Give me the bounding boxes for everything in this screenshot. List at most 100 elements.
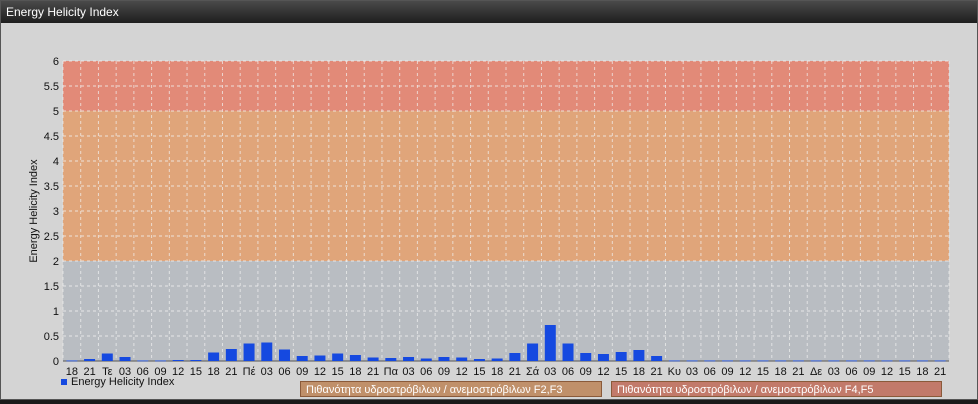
x-tick-label: 09: [438, 366, 450, 378]
bar: [863, 360, 875, 362]
x-tick-label: 21: [934, 366, 946, 378]
x-tick-label: 18: [349, 366, 361, 378]
x-tick-label: 15: [473, 366, 485, 378]
y-tick-label: 2.5: [44, 231, 59, 243]
x-tick-label: 12: [597, 366, 609, 378]
x-tick-label: 18: [775, 366, 787, 378]
x-tick-label: Σά: [526, 366, 540, 378]
probability-f4-f5-badge: Πιθανότητα υδροστρόβιλων / ανεμοστρόβιλω…: [611, 381, 942, 397]
x-tick-label: 03: [261, 366, 273, 378]
x-tick-label: 03: [402, 366, 414, 378]
bar: [580, 353, 592, 361]
bar: [208, 352, 220, 361]
y-tick-label: 1: [53, 306, 59, 318]
legend-label: Energy Helicity Index: [71, 376, 175, 388]
bar: [615, 352, 627, 361]
bar: [739, 360, 751, 362]
y-axis-label: Energy Helicity Index: [28, 159, 40, 263]
x-tick-label: 12: [739, 366, 751, 378]
x-tick-label: 18: [916, 366, 928, 378]
x-tick-label: 03: [828, 366, 840, 378]
x-tick-label: 09: [580, 366, 592, 378]
bar: [225, 349, 237, 361]
bar: [509, 353, 521, 361]
window-title: Energy Helicity Index: [1, 1, 977, 23]
y-tick-label: 1.5: [44, 281, 59, 293]
bar: [296, 356, 308, 361]
bar: [172, 360, 184, 361]
bar: [279, 349, 290, 361]
x-tick-label: 15: [757, 366, 769, 378]
bar: [473, 359, 485, 361]
bar: [722, 360, 733, 362]
bar: [438, 357, 450, 361]
bar: [261, 342, 273, 361]
bar: [66, 360, 78, 362]
chart-window: Energy Helicity Index 0 0.5 1 1.5 2 2.5 3 3.5 4 4…: [0, 0, 978, 400]
bar: [810, 360, 822, 362]
y-tick-label: 5.5: [44, 81, 59, 93]
x-tick-label: Κυ: [668, 366, 681, 378]
x-tick-label: Πα: [384, 366, 399, 378]
x-tick-label: Πέ: [243, 366, 256, 378]
y-tick-label: 0: [53, 356, 59, 368]
y-tick-label: 4.5: [44, 131, 59, 143]
bar: [792, 360, 804, 362]
x-tick-label: 03: [686, 366, 698, 378]
x-tick-label: 18: [491, 366, 503, 378]
x-tick-label: 15: [332, 366, 344, 378]
bar: [456, 357, 468, 361]
x-tick-label: 21: [792, 366, 804, 378]
x-tick-label: 06: [420, 366, 432, 378]
x-tick-label: 03: [544, 366, 556, 378]
bar: [597, 354, 609, 361]
y-tick-label: 3.5: [44, 181, 59, 193]
bar: [934, 360, 946, 362]
ehi-chart: 00.511.522.533.544.555.5618 21 Τε 03 06 09 12 1…: [28, 56, 950, 378]
x-tick-label: 15: [899, 366, 911, 378]
bar: [651, 356, 663, 361]
x-tick-label: 06: [845, 366, 857, 378]
probability-f2-f3-badge: Πιθανότητα υδροστρόβιλων / ανεμοστρόβιλω…: [300, 381, 602, 397]
bar: [154, 360, 166, 362]
bar: [385, 358, 397, 361]
bar: [137, 360, 149, 362]
bar: [119, 357, 131, 361]
bar: [899, 360, 911, 362]
x-tick-label: 21: [650, 366, 662, 378]
bar: [527, 343, 539, 361]
y-tick-label: 4: [53, 156, 59, 168]
bar: [491, 358, 503, 361]
bar: [190, 360, 202, 361]
x-tick-label: 18: [633, 366, 645, 378]
y-tick-label: 3: [53, 206, 59, 218]
x-tick-label: 21: [367, 366, 379, 378]
bar: [846, 360, 858, 362]
bar: [633, 350, 645, 361]
x-tick-label: 06: [704, 366, 716, 378]
y-tick-label: 0.5: [44, 331, 59, 343]
x-tick-label: 12: [456, 366, 468, 378]
bar: [420, 358, 432, 361]
x-tick-label: 15: [190, 366, 202, 378]
bar: [367, 357, 379, 361]
x-tick-label: 12: [881, 366, 893, 378]
bar: [84, 359, 96, 361]
bar: [881, 360, 893, 362]
x-tick-label: 21: [509, 366, 521, 378]
bar: [544, 325, 556, 361]
legend: Energy Helicity Index: [61, 376, 174, 388]
y-tick-label: 6: [53, 56, 59, 68]
x-tick-label: 09: [296, 366, 308, 378]
y-tick-label: 5: [53, 106, 59, 118]
bar: [916, 360, 928, 362]
bar: [332, 353, 344, 361]
bar: [668, 360, 680, 362]
x-tick-label: Δε: [810, 366, 822, 378]
x-tick-label: 12: [314, 366, 326, 378]
x-tick-label: 06: [278, 366, 290, 378]
bar: [562, 343, 574, 361]
bar: [243, 343, 255, 361]
x-tick-label: 15: [615, 366, 627, 378]
x-tick-label: 06: [562, 366, 574, 378]
